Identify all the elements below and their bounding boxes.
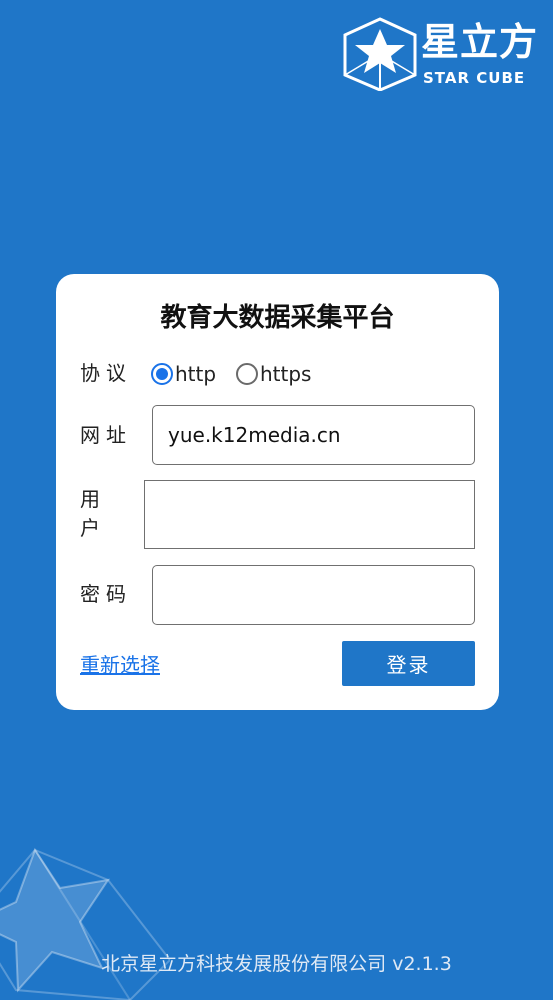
radio-http[interactable]: http [151,361,216,387]
brand-logo: 星立方 STAR CUBE [343,17,543,93]
page-title: 教育大数据采集平台 [160,303,395,333]
footer-copyright: 北京星立方科技发展股份有限公司 v2.1.3 [101,953,452,975]
radio-unchecked-icon [236,363,258,385]
radio-https-label: https [260,362,312,386]
password-label: 密码 [80,582,132,606]
radio-https[interactable]: https [236,361,311,387]
user-label-line2: 户 [80,516,100,540]
reselect-link[interactable]: 重新选择 [80,649,160,678]
user-label: 用 户 [80,485,110,543]
logo-name: 星立方 [421,20,539,64]
login-card: 教育大数据采集平台 协议 http https 网址 yue.k12media.… [56,274,499,710]
url-label: 网址 [80,423,132,447]
radio-http-label: http [175,362,217,386]
username-field[interactable] [144,480,475,549]
user-label-line1: 用 [80,487,100,511]
url-field[interactable]: yue.k12media.cn [152,405,475,465]
star-watermark-icon [0,847,170,1000]
login-button[interactable]: 登录 [342,641,475,686]
logo-subtitle: STAR CUBE [423,69,526,87]
protocol-label: 协议 [80,361,132,385]
password-field[interactable] [152,565,475,625]
radio-checked-icon [151,363,173,385]
star-cube-logo-icon [343,17,417,91]
